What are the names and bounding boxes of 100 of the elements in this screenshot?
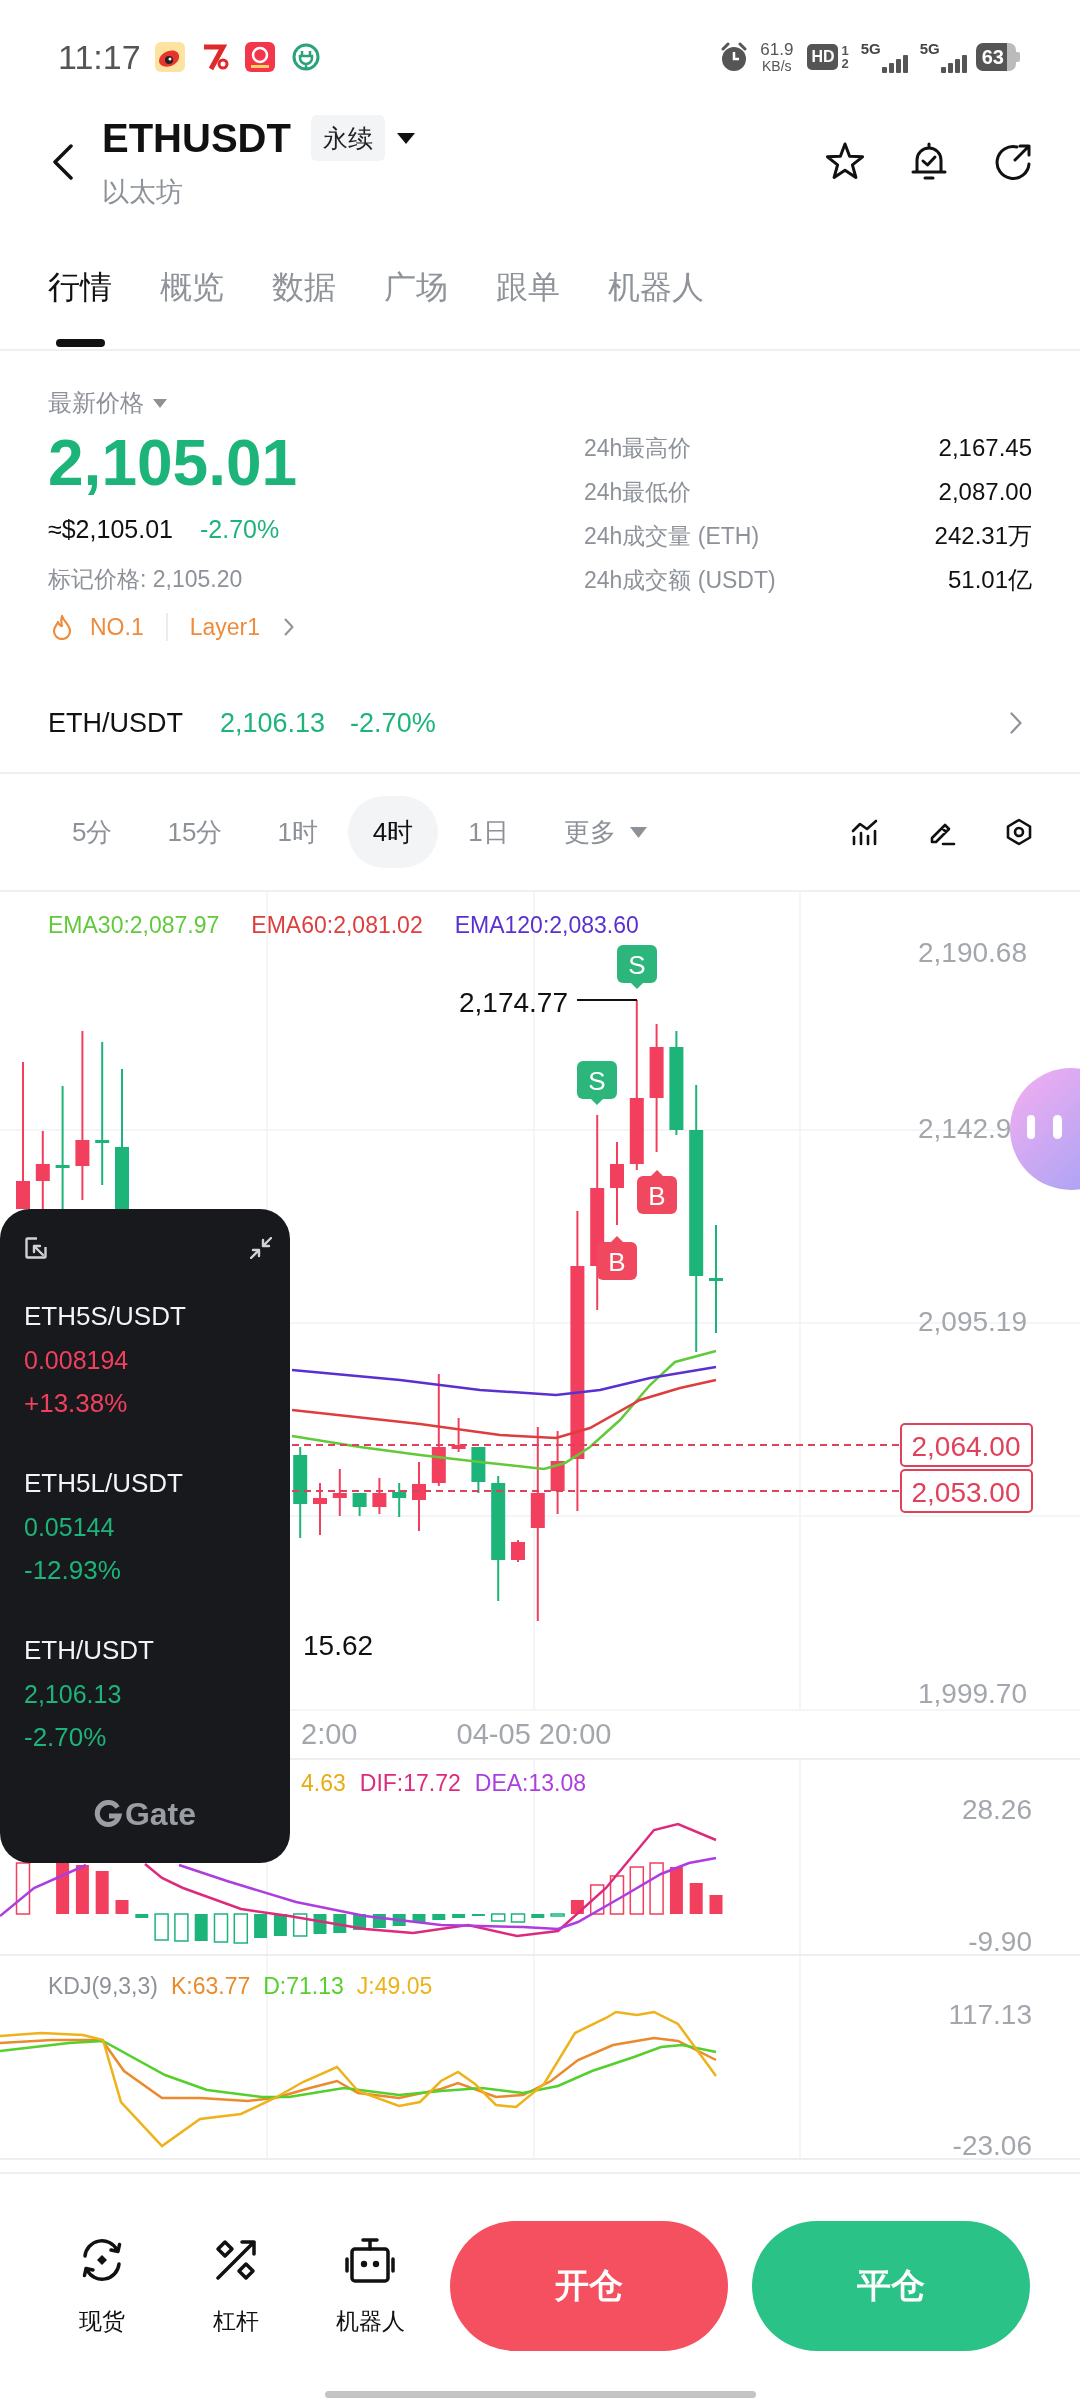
shortcut-button[interactable]: 现货: [47, 2236, 157, 2336]
sim-slot-label: 1: [841, 44, 849, 57]
tab[interactable]: 数据: [272, 265, 336, 309]
stat-value: 2,087.00: [937, 478, 1032, 506]
candle: [471, 1446, 486, 1494]
signal-icon: [940, 55, 967, 73]
histogram-bar: [213, 1913, 229, 1943]
network-speed-unit: KB/s: [762, 58, 792, 74]
tab[interactable]: 概览: [160, 265, 224, 309]
stat-value: 51.01亿: [946, 565, 1032, 595]
shortcut-button[interactable]: 机器人: [315, 2236, 425, 2336]
histogram-bar: [649, 1862, 664, 1915]
candle: [412, 1461, 426, 1532]
more-intervals-button[interactable]: 更多: [538, 796, 672, 868]
eye-app-icon: [154, 42, 185, 72]
star-icon[interactable]: [825, 142, 865, 182]
candle: [332, 1468, 347, 1517]
chevron-right-icon[interactable]: [1010, 712, 1022, 734]
interval-tab[interactable]: 4时: [347, 796, 439, 868]
settings-icon[interactable]: [1005, 818, 1033, 846]
close-position-button[interactable]: 平仓: [752, 2221, 1030, 2351]
caret-down-icon[interactable]: [396, 132, 415, 144]
shortcut-button[interactable]: 杠杆: [181, 2236, 291, 2336]
ticker-pair: ETH5S/USDT: [24, 1300, 186, 1333]
histogram-bar: [56, 1863, 70, 1914]
collapse-icon[interactable]: [250, 1237, 272, 1259]
histogram-bar: [432, 1914, 446, 1920]
interval-tab[interactable]: 5分: [47, 796, 138, 868]
window-arrow-icon[interactable]: [24, 1236, 48, 1260]
kdj-legend-label: D:71.13: [263, 1972, 344, 2000]
histogram-bar: [292, 1913, 308, 1937]
mark-price: 标记价格: 2,105.20: [48, 565, 243, 594]
tag-link[interactable]: Layer1: [189, 613, 260, 641]
stat-label: 24h最高价: [584, 433, 693, 463]
stat-value: 242.31万: [934, 521, 1032, 551]
candle: [372, 1477, 387, 1515]
share-icon[interactable]: [993, 142, 1033, 182]
histogram-bar: [709, 1895, 723, 1914]
logo-icon: [93, 1800, 122, 1828]
price-change: -2.70%: [199, 514, 280, 544]
interval-tab[interactable]: 1日: [443, 796, 534, 868]
histogram-bar: [254, 1914, 268, 1938]
status-time: 11:17: [58, 37, 141, 77]
stat-label: 24h成交量 (ETH): [584, 521, 761, 551]
axis-label: 2,190.68: [918, 936, 1027, 968]
interval-tab[interactable]: 1时: [252, 796, 343, 868]
hd-badge: HD: [807, 44, 839, 70]
axis-label: 04-05 20:00: [456, 1718, 612, 1750]
plug-app-icon: [290, 42, 321, 72]
histogram-bar: [550, 1913, 565, 1917]
macd-legend-label: 4.63: [301, 1769, 346, 1797]
candle: [352, 1492, 367, 1517]
price-tag: 2,053.00: [900, 1469, 1033, 1513]
kdj-legend-label: J:49.05: [356, 1972, 433, 2000]
stat-label: 24h成交额 (USDT): [584, 565, 777, 595]
histogram-bar: [689, 1883, 703, 1914]
back-icon[interactable]: [52, 144, 74, 180]
ticker-pair: ETH5L/USDT: [24, 1467, 183, 1500]
axis-label: -9.90: [968, 1925, 1032, 1957]
tag-link[interactable]: NO.1: [90, 613, 144, 641]
histogram-bar: [95, 1871, 109, 1914]
ticker-price: 0.008194: [24, 1345, 129, 1376]
histogram-bar: [115, 1900, 129, 1914]
contract-type-selector[interactable]: 永续: [310, 115, 385, 161]
ticker-price: 0.05144: [24, 1512, 115, 1543]
caret-down-icon: [629, 826, 647, 838]
histogram-bar: [629, 1866, 645, 1915]
signal-icon: [881, 55, 908, 73]
spot-pair: ETH/USDT: [48, 707, 183, 739]
tab[interactable]: 跟单: [496, 265, 560, 309]
axis-label: 28.26: [961, 1793, 1032, 1825]
tab[interactable]: 机器人: [608, 265, 704, 309]
histogram-bar: [669, 1867, 683, 1914]
histogram-bar: [154, 1913, 169, 1941]
stat-value: 2,167.45: [937, 434, 1032, 462]
candle: [313, 1482, 327, 1536]
robot-icon: [344, 2236, 396, 2284]
chevron-right-icon[interactable]: [284, 618, 294, 636]
asset-name: 以太坊: [102, 176, 183, 209]
histogram-bar: [75, 1865, 89, 1914]
axis-label: 2,095.19: [918, 1305, 1027, 1337]
tab[interactable]: 行情: [48, 265, 112, 309]
indicator-chart-icon[interactable]: [851, 818, 879, 846]
bell-check-icon[interactable]: [909, 142, 949, 182]
battery-indicator: 63: [975, 43, 1020, 71]
interval-tab[interactable]: 15分: [142, 796, 248, 868]
candle: [511, 1539, 525, 1563]
histogram-bar: [510, 1913, 526, 1923]
histogram-bar: [194, 1914, 208, 1941]
stat-label: 24h最低价: [584, 477, 693, 507]
tab[interactable]: 广场: [384, 265, 448, 309]
ema-legend-label: EMA120:2,083.60: [454, 911, 639, 939]
network-speed: 61.9: [760, 40, 794, 59]
open-position-button[interactable]: 开仓: [450, 2221, 728, 2351]
ticker-change: -12.93%: [24, 1554, 121, 1587]
axis-label: 1,999.70: [918, 1677, 1027, 1709]
macd-legend-label: DIF:17.72: [359, 1769, 461, 1797]
ticker-change: +13.38%: [24, 1387, 128, 1420]
alarm-icon: [720, 42, 749, 72]
axis-label: -23.06: [952, 2129, 1032, 2161]
